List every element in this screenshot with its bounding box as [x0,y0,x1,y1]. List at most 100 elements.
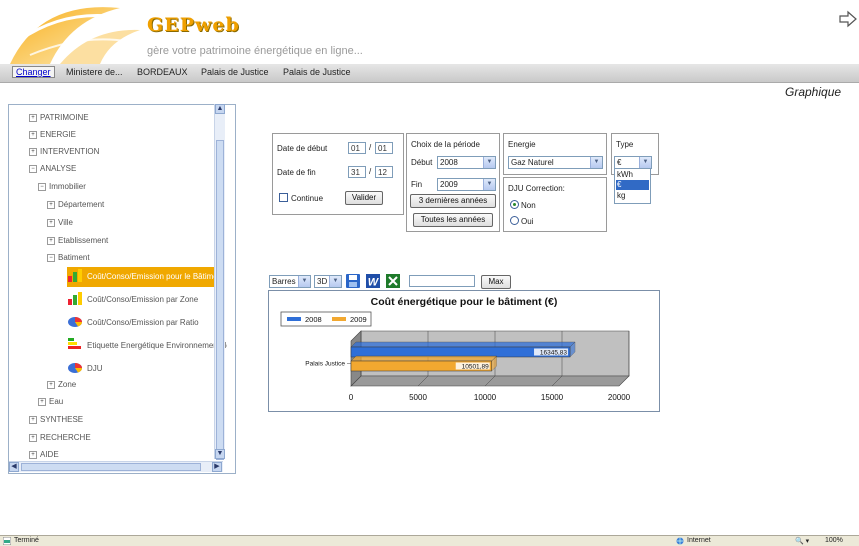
tree-item-intervention[interactable]: + INTERVENTION [29,147,99,156]
tree-item-ville[interactable]: + Ville [47,218,73,227]
chart-type-select[interactable]: Barres ▼ [269,275,311,288]
save-icon[interactable] [345,273,361,289]
tree-item-etablissement[interactable]: + Etablissement [47,236,108,245]
radio-icon[interactable] [510,216,519,225]
dju-yes-radio[interactable]: Oui [510,216,533,226]
tree-item-recherche[interactable]: + RECHERCHE [29,433,91,442]
energy-select[interactable]: Gaz Naturel ▼ [508,156,603,169]
expand-icon[interactable]: + [47,201,55,209]
expand-icon[interactable]: + [47,237,55,245]
collapse-icon[interactable]: − [29,165,37,173]
last-three-years-button[interactable]: 3 dernières années [410,194,496,208]
start-month-input[interactable]: 01 [375,142,393,154]
chevron-down-icon[interactable]: ▼ [483,179,495,190]
period-end-label: Fin [411,180,423,189]
bar-chart: Coût énergétique pour le bâtiment (€) 200… [280,296,631,402]
expand-icon[interactable]: + [29,148,37,156]
expand-icon[interactable]: + [29,114,37,122]
radio-selected-icon[interactable] [510,200,519,209]
tree-item-immobilier[interactable]: − Immobilier [38,182,86,191]
all-years-button[interactable]: Toutes les années [413,213,493,227]
brand-logo-text: GEPweb [147,14,240,36]
chevron-down-icon[interactable]: ▼ [298,276,310,287]
dju-no-radio[interactable]: Non [510,200,536,210]
scroll-right-icon[interactable]: ▶ [212,462,222,472]
tree-item-cout-zone[interactable]: Coût/Conso/Emission par Zone [67,291,198,305]
expand-icon[interactable]: + [29,131,37,139]
chevron-down-icon[interactable]: ▼ [590,157,602,168]
tree-item-departement[interactable]: + Département [47,200,104,209]
bar-top [350,341,576,348]
tree-item-cout-ratio[interactable]: Coût/Conso/Emission par Ratio [67,314,199,328]
type-option[interactable]: kWh [616,170,649,180]
vertical-scrollbar[interactable]: ▲ ▼ [214,104,225,460]
chevron-down-icon[interactable]: ▼ [639,157,651,168]
expand-icon[interactable]: + [29,416,37,424]
scroll-left-icon[interactable]: ◀ [9,462,19,472]
horizontal-scrollbar[interactable]: ◀ ▶ [9,461,223,472]
tree-item-etiquette[interactable]: Etiquette Energétique Environnementale [67,337,227,351]
scroll-thumb[interactable] [21,463,201,471]
period-end-select[interactable]: 2009 ▼ [437,178,496,191]
max-button[interactable]: Max [481,275,511,289]
tree-item-cout-batiment[interactable]: Coût/Conso/Emission pour le Bâtiment [67,267,225,287]
period-start-select[interactable]: 2008 ▼ [437,156,496,169]
validate-button[interactable]: Valider [345,191,383,205]
chart-dimension-select[interactable]: 3D ▼ [314,275,342,288]
tree-item-zone[interactable]: + Zone [47,380,76,389]
collapse-icon[interactable]: − [47,254,55,262]
breadcrumb-item[interactable]: BORDEAUX [137,67,188,77]
type-option-selected[interactable]: € [616,180,649,190]
date-separator: / [369,167,372,176]
type-option[interactable]: kg [616,191,649,201]
change-link[interactable]: Changer [12,66,55,78]
expand-icon[interactable]: + [29,451,37,459]
type-title: Type [616,140,634,149]
zoom-icon[interactable]: 🔍 ▾ [795,537,809,545]
sidebar-tree: + PATRIMOINE + ENERGIE + INTERVENTION − ANAL… [8,104,236,474]
max-value-input[interactable] [409,275,475,287]
zoom-level[interactable]: 100% [825,537,843,544]
chevron-down-icon[interactable]: ▼ [483,157,495,168]
tree-item-dju[interactable]: DJU [67,360,103,374]
end-day-input[interactable]: 31 [348,166,366,178]
scroll-thumb[interactable] [216,140,224,460]
breadcrumb-item[interactable]: Ministere de... [66,67,123,77]
expand-icon[interactable]: + [47,381,55,389]
expand-icon[interactable]: + [38,398,46,406]
tree-item-batiment[interactable]: − Batiment [47,253,90,262]
checkbox-icon[interactable] [279,193,288,202]
period-panel: Choix de la période Début 2008 ▼ Fin 2009… [406,133,500,232]
tree-item-energie[interactable]: + ENERGIE [29,130,76,139]
x-tick-label: 20000 [608,393,631,402]
bar-chart-icon [68,292,82,305]
status-bar: Terminé Internet 🔍 ▾ 100% [0,535,859,546]
expand-icon[interactable]: + [47,219,55,227]
start-day-input[interactable]: 01 [348,142,366,154]
end-month-input[interactable]: 12 [375,166,393,178]
tree-item-patrimoine[interactable]: + PATRIMOINE [29,113,89,122]
bar-chart-icon [68,269,82,282]
breadcrumb-item[interactable]: Palais de Justice [283,67,351,77]
collapse-icon[interactable]: − [38,183,46,191]
excel-export-icon[interactable] [385,273,401,289]
chevron-down-icon[interactable]: ▼ [329,276,341,287]
energy-panel: Energie Gaz Naturel ▼ [503,133,607,175]
period-title: Choix de la période [411,140,480,149]
tree-label: Coût/Conso/Emission par Ratio [87,318,199,327]
tree-label: Ville [58,218,73,227]
tree-item-eau[interactable]: + Eau [38,397,63,406]
continue-checkbox[interactable]: Continue [279,193,323,203]
svg-text:W: W [368,277,380,289]
breadcrumb-item[interactable]: Palais de Justice [201,67,269,77]
word-export-icon[interactable]: W [365,273,381,289]
tree-item-aide[interactable]: + AIDE [29,450,59,459]
expand-icon[interactable]: + [29,434,37,442]
exit-icon[interactable] [838,10,858,28]
status-text: Terminé [14,537,39,544]
tree-label: ENERGIE [40,130,77,139]
scroll-down-icon[interactable]: ▼ [215,449,225,459]
scroll-up-icon[interactable]: ▲ [215,104,225,114]
tree-item-analyse[interactable]: − ANALYSE [29,164,76,173]
tree-item-synthese[interactable]: + SYNTHESE [29,415,83,424]
